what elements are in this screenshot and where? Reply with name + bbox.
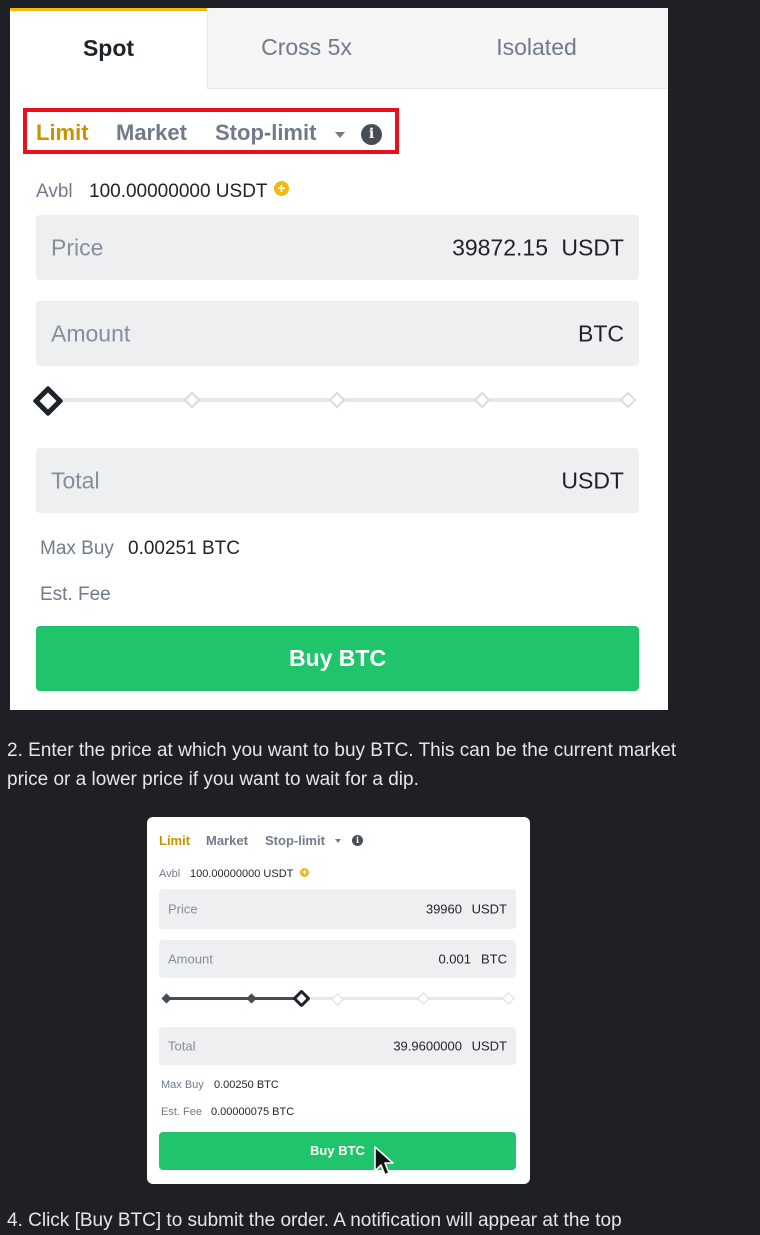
info-icon[interactable]: i [352, 835, 363, 846]
order-type-stop-limit[interactable]: Stop-limit [265, 833, 325, 848]
price-label: Price [51, 234, 104, 260]
est-fee-label: Est. Fee [161, 1106, 202, 1118]
order-type-stop-limit[interactable]: Stop-limit [215, 120, 316, 146]
caret-down-icon[interactable] [335, 839, 341, 843]
amount-unit: BTC [481, 951, 507, 967]
total-field[interactable]: Total USDT [36, 448, 639, 513]
order-form-panel-large: Spot Cross 5x Isolated Limit Market Stop… [10, 8, 668, 710]
amount-input[interactable]: 0.001 [438, 952, 471, 967]
tab-isolated[interactable]: Isolated [405, 8, 668, 89]
price-unit: USDT [561, 234, 624, 260]
order-form-panel-small: Limit Market Stop-limit i Avbl 100.00000… [147, 817, 530, 1184]
order-type-market[interactable]: Market [206, 833, 248, 848]
buy-btc-button[interactable]: Buy BTC [36, 626, 639, 691]
max-buy-label: Max Buy [40, 538, 114, 559]
tab-spot-label: Spot [82, 35, 135, 61]
margin-tabs: Spot Cross 5x Isolated [10, 8, 668, 89]
avbl-value: 100.00000000 USDT [190, 868, 294, 880]
slider-node-50[interactable] [331, 993, 344, 1006]
est-fee-label: Est. Fee [40, 584, 111, 605]
price-unit: USDT [471, 901, 507, 917]
info-icon[interactable]: i [361, 124, 382, 145]
slider-handle[interactable] [292, 989, 311, 1008]
mouse-cursor-icon [374, 1146, 394, 1176]
price-label: Price [168, 901, 198, 917]
price-field[interactable]: Price 39872.15 USDT [36, 215, 639, 280]
plus-circle-icon[interactable]: + [274, 181, 289, 196]
total-label: Total [168, 1038, 196, 1054]
order-type-limit[interactable]: Limit [159, 833, 190, 848]
tab-spot[interactable]: Spot [10, 8, 207, 89]
slider-node-100[interactable] [502, 992, 515, 1005]
total-label: Total [51, 467, 100, 493]
total-field[interactable]: Total 39.9600000 USDT [159, 1027, 516, 1065]
slider-fill [166, 997, 303, 1000]
caret-down-icon[interactable] [335, 132, 345, 138]
price-input[interactable]: 39960 [426, 902, 462, 917]
slider-node-25[interactable] [246, 993, 257, 1004]
max-buy-value: 0.00251 BTC [128, 538, 240, 559]
avbl-value: 100.00000000 USDT [89, 181, 268, 202]
step-4-caption: 4. Click [Buy BTC] to submit the order. … [7, 1210, 622, 1231]
amount-unit: BTC [578, 320, 624, 346]
max-buy-value: 0.00250 BTC [214, 1079, 279, 1091]
plus-circle-icon[interactable]: + [300, 868, 309, 877]
slider-node-75[interactable] [473, 391, 491, 409]
total-unit: USDT [471, 1038, 507, 1054]
slider-node-50[interactable] [328, 391, 346, 409]
amount-field[interactable]: Amount BTC [36, 301, 639, 366]
buy-btc-button[interactable]: Buy BTC [159, 1132, 516, 1170]
amount-field[interactable]: Amount 0.001 BTC [159, 940, 516, 978]
order-type-market[interactable]: Market [116, 120, 187, 146]
total-input[interactable]: 39.9600000 [393, 1039, 462, 1054]
est-fee-value: 0.00000075 BTC [211, 1106, 295, 1118]
tab-cross-5x[interactable]: Cross 5x [207, 8, 405, 89]
tab-isolated-label: Isolated [496, 34, 577, 60]
avbl-label: Avbl [36, 181, 73, 202]
slider-node-100[interactable] [619, 391, 637, 409]
order-type-limit[interactable]: Limit [36, 120, 89, 146]
amount-label: Amount [168, 951, 213, 967]
amount-label: Amount [51, 320, 131, 346]
total-unit: USDT [561, 467, 624, 493]
slider-handle[interactable] [32, 385, 64, 417]
slider-node-25[interactable] [183, 391, 201, 409]
max-buy-label: Max Buy [161, 1079, 204, 1091]
slider-node-0[interactable] [161, 993, 172, 1004]
price-input[interactable]: 39872.15 [452, 234, 548, 261]
price-field[interactable]: Price 39960 USDT [159, 889, 516, 929]
avbl-label: Avbl [159, 868, 181, 880]
tab-cross-5x-label: Cross 5x [261, 34, 352, 60]
slider-node-75[interactable] [417, 992, 430, 1005]
step-2-caption: 2. Enter the price at which you want to … [7, 740, 677, 790]
